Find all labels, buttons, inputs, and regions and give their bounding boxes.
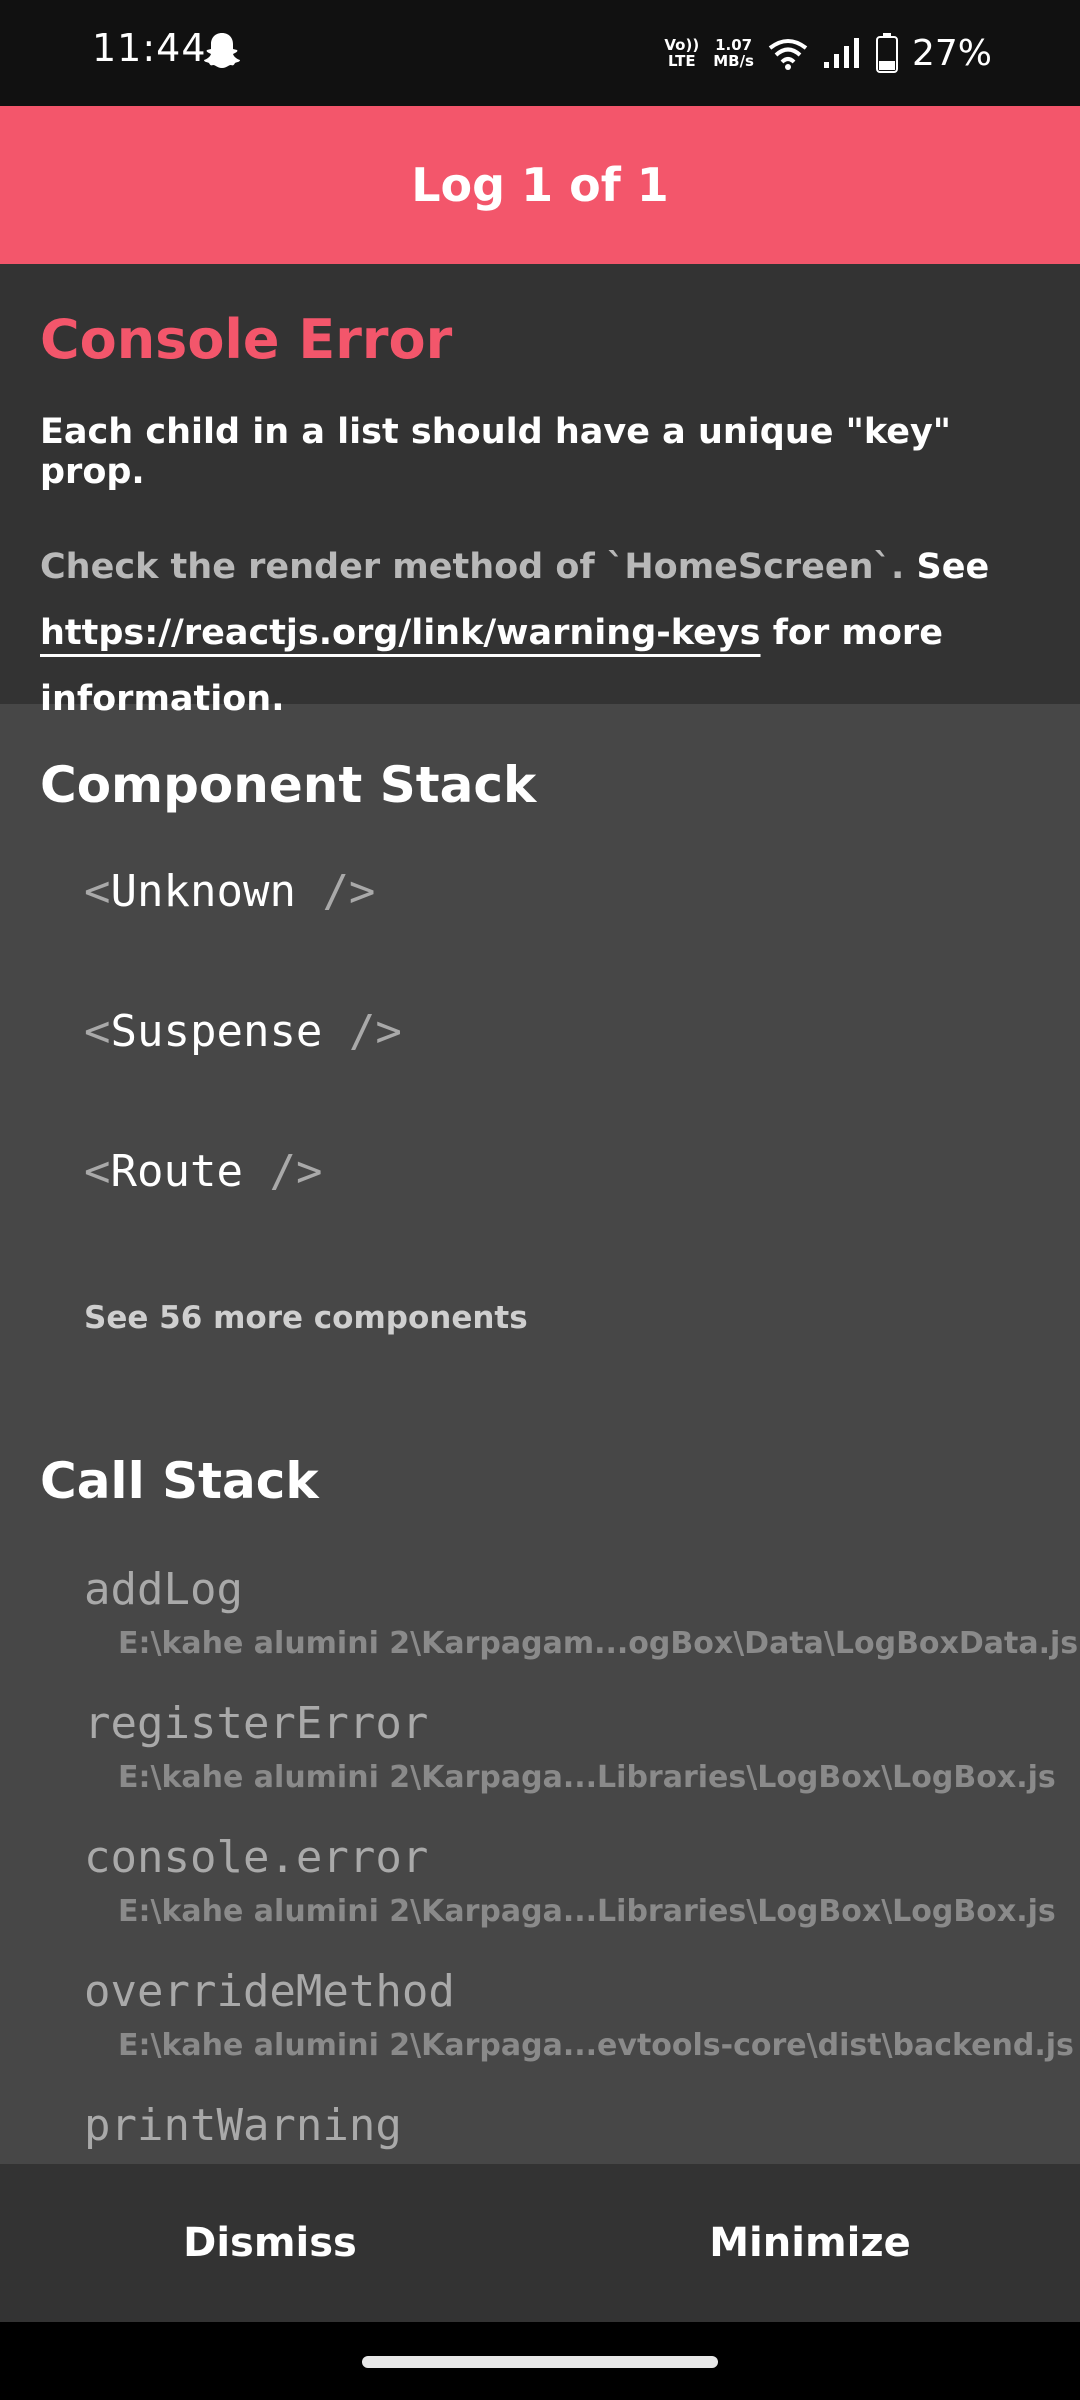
signal-icon xyxy=(823,38,859,68)
stack-frame-file: E:\kahe alumini 2\Karpaga...evtools-core… xyxy=(118,2028,1074,2063)
call-stack-title: Call Stack xyxy=(40,1452,319,1510)
home-gesture-handle[interactable] xyxy=(362,2356,718,2368)
battery-percent: 27% xyxy=(911,32,992,74)
error-detail-text: Check the render method of `HomeScreen`. xyxy=(40,547,905,587)
stack-frame-file: E:\kahe alumini 2\Karpaga...Libraries\Lo… xyxy=(118,1760,1056,1795)
stack-frame-name[interactable]: console.error xyxy=(84,1832,428,1883)
component-stack-item[interactable]: <Suspense /> xyxy=(84,1006,402,1057)
error-detail-see: See xyxy=(916,547,990,587)
stack-frame-file: E:\kahe alumini 2\Karpaga...Libraries\Lo… xyxy=(118,1894,1056,1929)
logbox-screen: 11:44 Vo)) LTE 1.07 MB/s 27% Log 1 of 1 … xyxy=(0,0,1080,2400)
logbox-header: Log 1 of 1 xyxy=(0,106,1080,264)
error-message: Each child in a list should have a uniqu… xyxy=(40,412,952,492)
error-panel: Console Error Each child in a list shoul… xyxy=(0,264,1080,719)
status-icons: Vo)) LTE 1.07 MB/s 27% xyxy=(664,28,992,78)
log-counter-title: Log 1 of 1 xyxy=(411,158,669,212)
minimize-button[interactable]: Minimize xyxy=(540,2164,1080,2322)
stack-frame-file: E:\kahe alumini 2\Karpagam...ogBox\Data\… xyxy=(118,1626,1079,1661)
navigation-bar xyxy=(0,2322,1080,2400)
snapchat-ghost-icon xyxy=(204,33,240,68)
logbox-footer: Dismiss Minimize xyxy=(0,2164,1080,2322)
error-title: Console Error xyxy=(40,308,453,371)
error-detail: Check the render method of `HomeScreen`.… xyxy=(40,534,1050,732)
stack-frame-name[interactable]: addLog xyxy=(84,1564,243,1615)
component-stack-title: Component Stack xyxy=(40,756,537,814)
battery-icon xyxy=(875,33,898,73)
stack-frame-name[interactable]: registerError xyxy=(84,1698,428,1749)
dismiss-button[interactable]: Dismiss xyxy=(0,2164,540,2322)
status-time: 11:44 xyxy=(92,26,207,70)
status-bar: 11:44 Vo)) LTE 1.07 MB/s 27% xyxy=(0,0,1080,106)
stack-frame-name[interactable]: printWarning xyxy=(84,2100,402,2151)
see-more-components-button[interactable]: See 56 more components xyxy=(84,1300,528,1336)
volte-indicator: Vo)) LTE xyxy=(664,36,700,70)
stack-frame-name[interactable]: overrideMethod xyxy=(84,1966,455,2017)
data-speed: 1.07 MB/s xyxy=(713,36,754,70)
component-stack-item[interactable]: <Unknown /> xyxy=(84,866,375,917)
component-stack-item[interactable]: <Route /> xyxy=(84,1146,322,1197)
warning-keys-link[interactable]: https://reactjs.org/link/warning-keys xyxy=(40,613,761,653)
wifi-icon xyxy=(768,39,808,70)
